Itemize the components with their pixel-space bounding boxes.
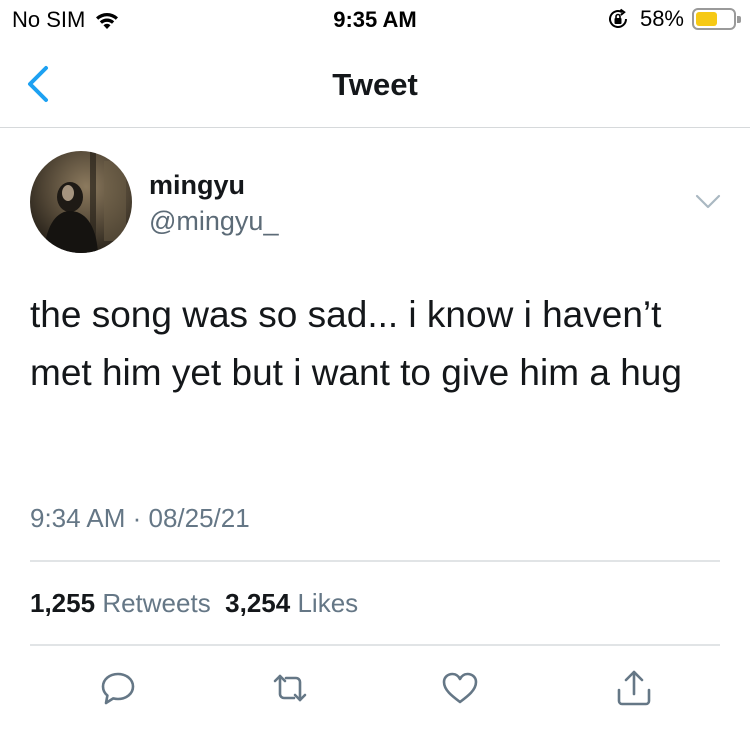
divider: [30, 560, 720, 562]
profile-photo: [30, 151, 132, 253]
retweets-count: 1,255: [30, 588, 96, 618]
reply-button[interactable]: [98, 668, 138, 708]
retweet-button[interactable]: [270, 668, 310, 708]
retweets-stat[interactable]: 1,255 Retweets: [30, 588, 211, 618]
nav-bar: Tweet: [0, 40, 750, 128]
battery-percent: 58%: [639, 6, 684, 31]
avatar[interactable]: [30, 151, 132, 253]
like-icon: [442, 672, 478, 704]
rotation-lock-icon: [608, 8, 627, 28]
battery-icon: [692, 8, 741, 30]
battery-fill: [696, 12, 717, 26]
reply-icon: [101, 672, 135, 705]
share-icon: [617, 670, 651, 706]
retweets-label: Retweets: [102, 588, 211, 618]
retweet-icon: [273, 674, 307, 702]
like-button[interactable]: [440, 668, 480, 708]
tweet-text: the song was so sad... i know i haven’t …: [30, 294, 682, 393]
share-button[interactable]: [614, 668, 654, 708]
tweet-stats: 1,255 Retweets 3,254 Likes: [30, 588, 358, 619]
tweet-timestamp: 9:34 AM · 08/25/21: [30, 503, 250, 533]
divider: [30, 644, 720, 646]
likes-label: Likes: [297, 588, 359, 618]
author-name[interactable]: mingyu: [149, 170, 245, 201]
status-right-group: 58%: [606, 6, 741, 32]
likes-count: 3,254: [225, 588, 291, 618]
chevron-down-icon: [695, 194, 721, 209]
author-handle[interactable]: @mingyu_: [149, 206, 278, 237]
page-title: Tweet: [332, 67, 418, 102]
status-bar: No SIM 9:35 AM 58%: [0, 0, 750, 40]
tweet-menu-button[interactable]: [694, 192, 722, 212]
likes-stat[interactable]: 3,254 Likes: [225, 588, 358, 618]
battery-cap: [737, 16, 741, 23]
